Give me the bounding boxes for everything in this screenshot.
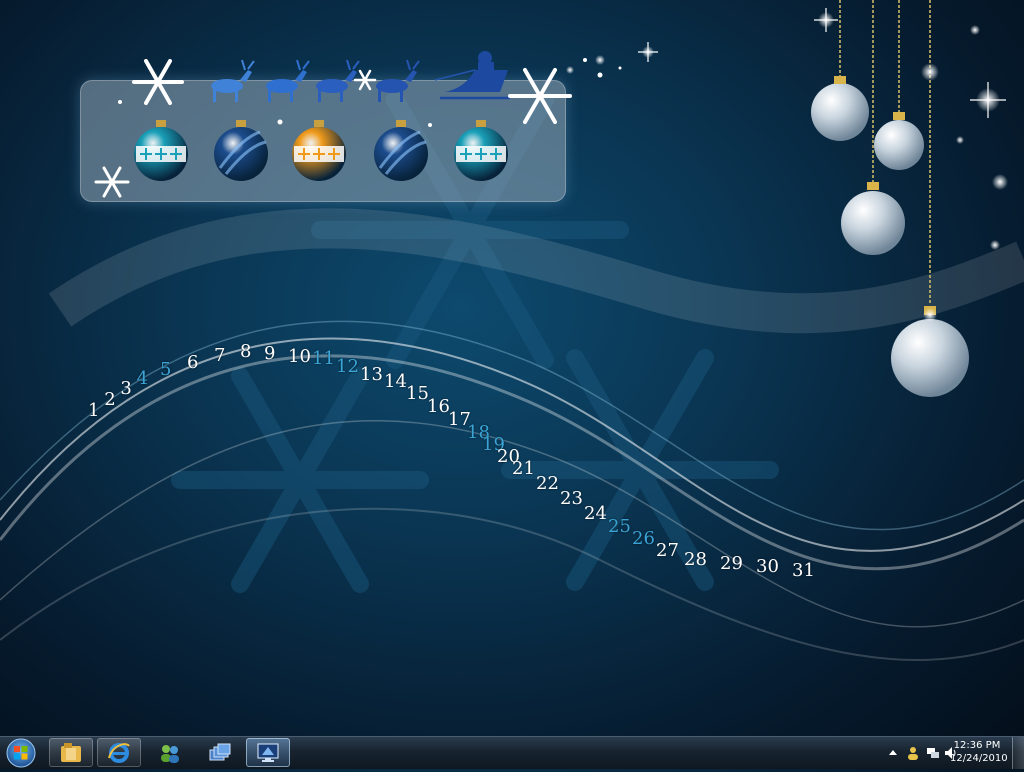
calendar-day-9: 9 bbox=[264, 343, 276, 365]
show-desktop-button[interactable] bbox=[1012, 737, 1024, 769]
calendar-day-7: 7 bbox=[214, 344, 226, 366]
calendar-day-3: 3 bbox=[120, 378, 132, 400]
ie-icon bbox=[108, 743, 130, 763]
calendar-day-23: 23 bbox=[560, 488, 583, 509]
taskbar-switch-windows-button[interactable] bbox=[198, 738, 242, 767]
calendar-day-25: 25 bbox=[608, 516, 631, 537]
clock-date: 12/24/2010 bbox=[950, 753, 1008, 764]
calendar-day-30: 30 bbox=[756, 556, 779, 578]
monitor-icon bbox=[257, 743, 279, 762]
calendar-day-13: 13 bbox=[360, 363, 383, 385]
calendar-day-24: 24 bbox=[584, 503, 607, 524]
calendar-day-14: 14 bbox=[384, 371, 407, 393]
show-hidden-icons-arrow-icon[interactable] bbox=[886, 746, 900, 760]
taskbar-messenger-button[interactable] bbox=[148, 738, 192, 767]
folder-icon bbox=[61, 743, 81, 762]
calendar-day-22: 22 bbox=[536, 473, 559, 494]
taskbar-remote-desktop-button[interactable] bbox=[246, 738, 290, 767]
user-icon[interactable] bbox=[906, 746, 920, 760]
calendar-day-26: 26 bbox=[632, 528, 655, 549]
calendar-day-4: 4 bbox=[136, 367, 149, 389]
calendar-day-29: 29 bbox=[720, 552, 743, 574]
window-stack-icon bbox=[209, 743, 231, 761]
calendar-day-8: 8 bbox=[240, 340, 252, 362]
calendar-day-15: 15 bbox=[406, 382, 429, 404]
blue-striped-ornament-icon bbox=[214, 120, 268, 181]
desktop[interactable]: 1 2 3 4 5 6 7 8 9 10 11 12 13 14 15 16 17 18 19 20 21 22 23 24 2… bbox=[0, 0, 1024, 736]
orange-ornament-icon bbox=[292, 120, 346, 181]
calendar-day-5: 5 bbox=[160, 359, 172, 381]
start-button[interactable] bbox=[2, 738, 40, 768]
calendar-day-6: 6 bbox=[187, 352, 199, 373]
taskbar-explorer-button[interactable] bbox=[49, 738, 93, 767]
taskbar-ie-button[interactable] bbox=[97, 738, 141, 767]
calendar-day-21: 21 bbox=[512, 458, 535, 479]
calendar-day-1: 1 bbox=[88, 400, 100, 421]
clock-time: 12:36 PM bbox=[953, 740, 1001, 751]
system-clock[interactable]: 12:36 PM 12/24/2010 bbox=[950, 739, 1008, 765]
contacts-icon bbox=[161, 745, 179, 763]
calendar-day-10: 10 bbox=[288, 345, 311, 367]
calendar-day-11: 11 bbox=[312, 348, 335, 369]
calendar-day-27: 27 bbox=[656, 540, 679, 561]
network-icon[interactable] bbox=[926, 746, 940, 760]
calendar-day-16: 16 bbox=[427, 396, 450, 417]
blue-striped-ornament-icon bbox=[374, 120, 428, 181]
calendar-day-28: 28 bbox=[684, 549, 707, 571]
calendar-day-2: 2 bbox=[104, 389, 116, 411]
windows-logo-icon bbox=[6, 738, 36, 768]
taskbar: 12:36 PM 12/24/2010 bbox=[0, 736, 1024, 769]
teal-ornament-icon bbox=[454, 120, 508, 181]
calendar-day-12: 12 bbox=[336, 355, 359, 377]
calendar-day-31: 31 bbox=[792, 560, 815, 581]
teal-ornament-icon bbox=[134, 120, 188, 181]
